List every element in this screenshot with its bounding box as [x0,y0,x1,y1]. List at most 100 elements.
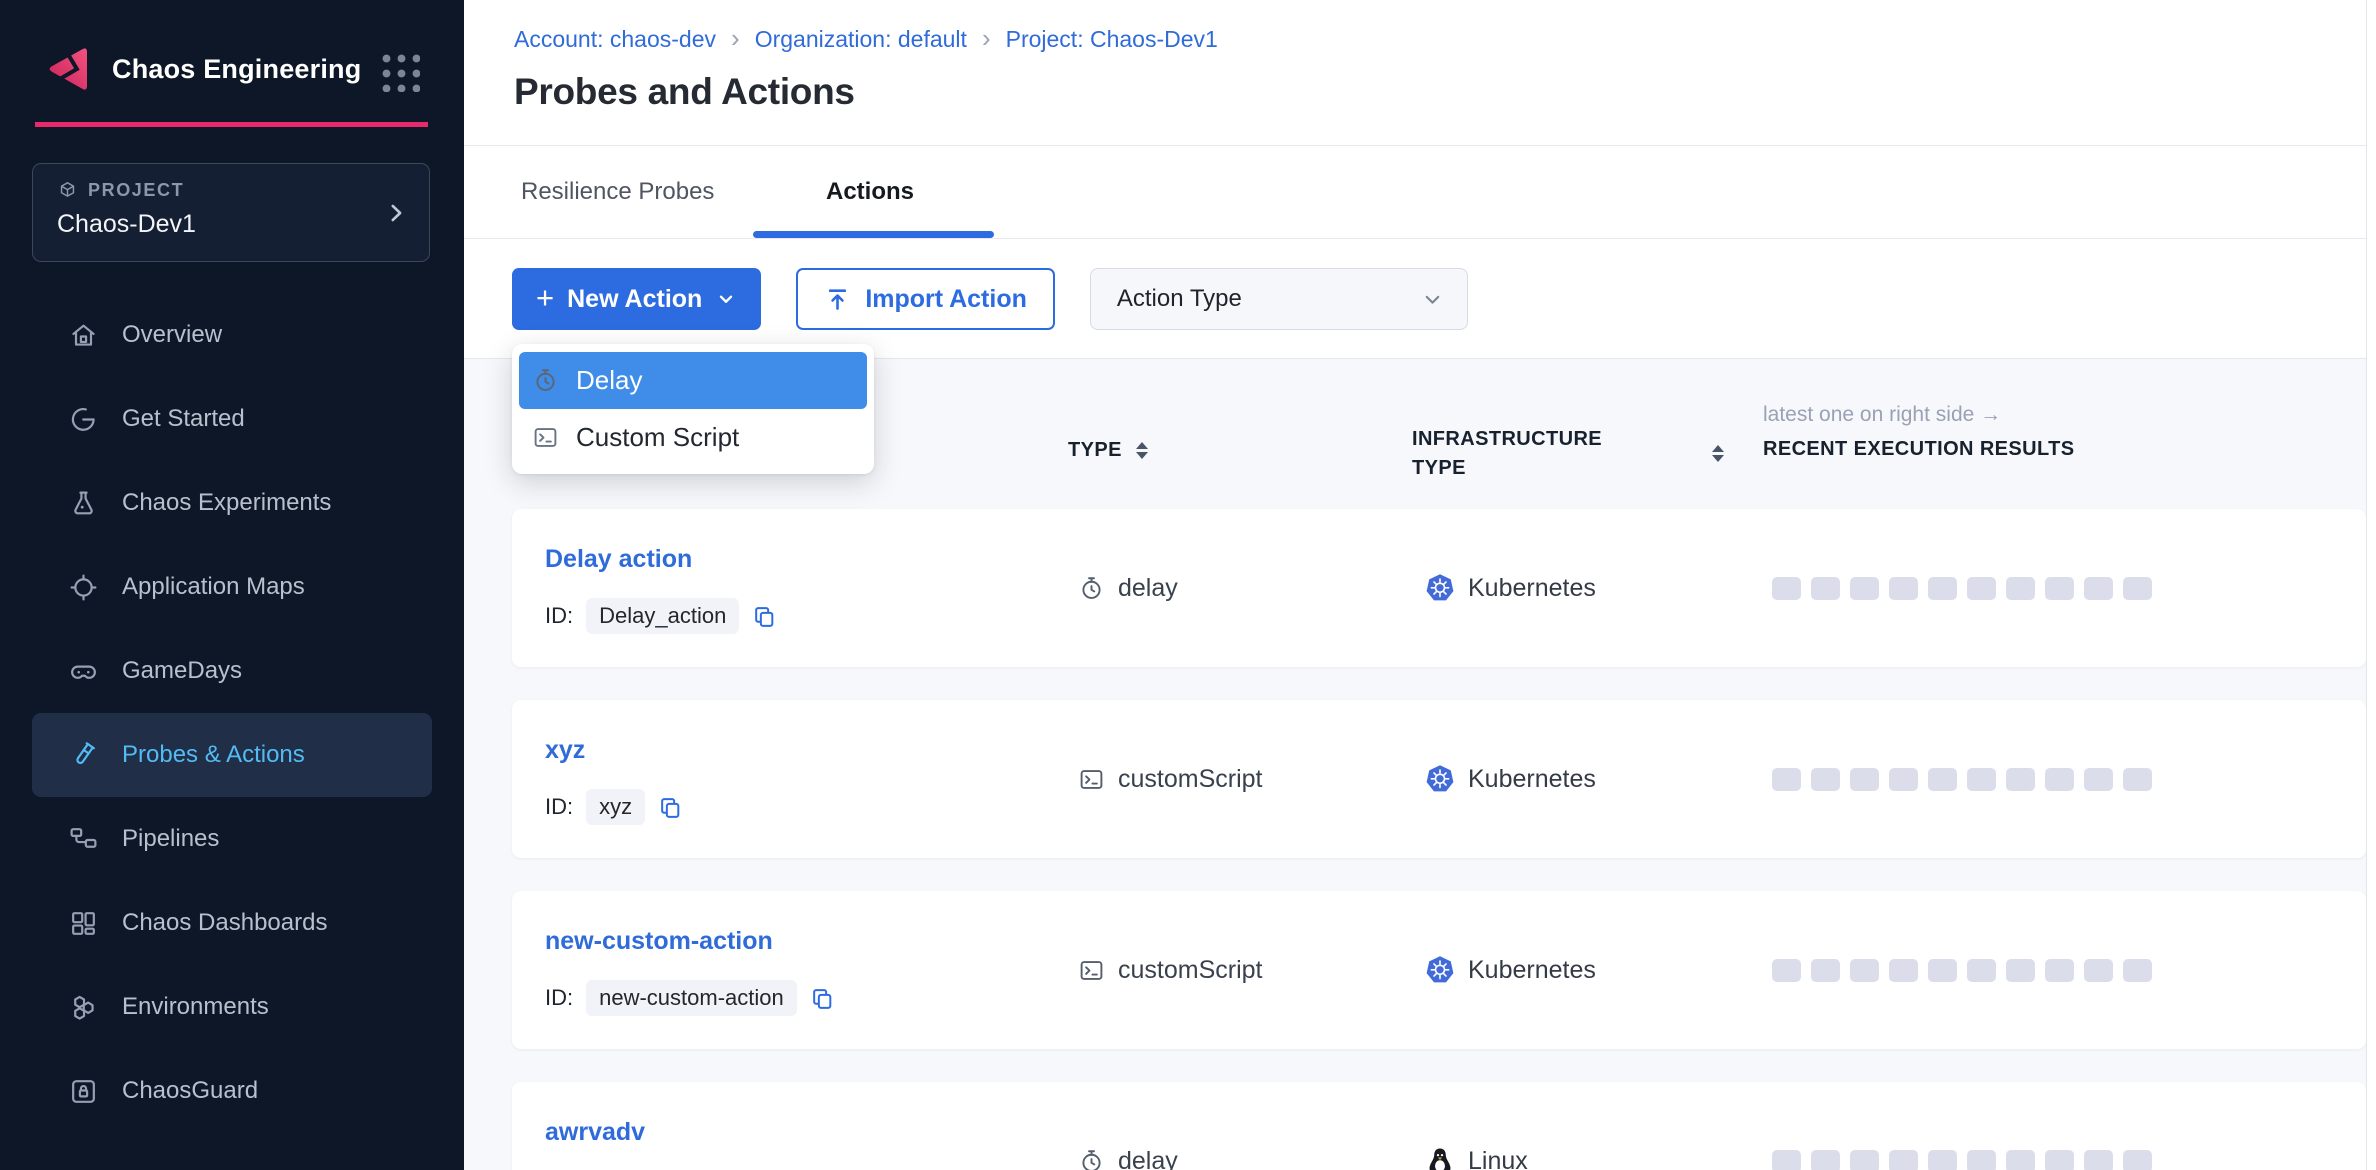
copy-icon[interactable] [810,986,835,1011]
breadcrumb-link[interactable]: Account: chaos-dev [514,26,716,53]
action-type-label: Action Type [1117,285,1242,313]
chaos-engineering-logo-icon[interactable] [42,42,96,96]
action-name-link[interactable]: Delay action [545,545,777,574]
execution-result-placeholder [1811,577,1840,600]
terminal-icon [532,424,559,451]
action-type-cell: delay [1078,1082,1178,1170]
execution-result-placeholder [2045,959,2074,982]
project-label: PROJECT [88,180,184,201]
test-tube-icon [68,740,99,771]
execution-result-placeholder [2006,959,2035,982]
action-name-link[interactable]: xyz [545,736,683,765]
execution-result-placeholder [1928,1150,1957,1170]
sidebar-item-environments[interactable]: Environments [32,965,432,1049]
breadcrumb-link[interactable]: Organization: default [755,26,967,53]
flask-icon [68,488,99,519]
recent-execution-results-cell [1772,891,2152,1049]
sort-icon[interactable] [1136,442,1148,459]
page-header: Account: chaos-dev › Organization: default… [464,0,2376,146]
sidebar-item-chaosguard[interactable]: ChaosGuard [32,1049,432,1133]
infrastructure-type-value: Linux [1468,1147,1528,1170]
breadcrumb-separator: › [982,25,991,54]
menu-item-custom-script[interactable]: Custom Script [519,409,867,466]
execution-result-placeholder [2006,1150,2035,1170]
action-type-select[interactable]: Action Type [1090,268,1468,330]
import-action-button[interactable]: Import Action [796,268,1055,330]
infrastructure-type-cell: Kubernetes [1425,891,1596,1049]
table-row: new-custom-action ID:new-custom-action cus… [512,891,2366,1049]
kubernetes-icon [1425,764,1455,794]
results-hint: latest one on right side → [1763,403,2074,427]
execution-result-placeholder [2123,768,2152,791]
sidebar-item-chaos-dashboards[interactable]: Chaos Dashboards [32,881,432,965]
apps-grid-icon[interactable] [378,50,420,92]
action-id-row: ID:new-custom-action [545,980,835,1016]
brand-header: Chaos Engineering [0,0,464,122]
sidebar-item-overview[interactable]: Overview [32,293,432,377]
kubernetes-icon [1425,955,1455,985]
action-name-cell: new-custom-action ID:new-custom-action [545,891,835,1049]
execution-result-placeholder [2084,1150,2113,1170]
project-cube-icon [57,180,78,201]
action-id-row: ID:Delay_action [545,598,777,634]
tab-resilience-probes[interactable]: Resilience Probes [521,146,714,238]
sidebar-item-label: Probes & Actions [122,741,305,769]
project-selector[interactable]: PROJECT Chaos-Dev1 [32,163,430,262]
copy-icon[interactable] [752,604,777,629]
infrastructure-type-cell: Linux [1425,1082,1528,1170]
execution-result-placeholder [1772,768,1801,791]
sidebar-item-pipelines[interactable]: Pipelines [32,797,432,881]
breadcrumb-separator: › [731,25,740,54]
column-header-recent-execution-results: latest one on right side → RECENT EXECUT… [1763,403,2074,461]
tab-actions[interactable]: Actions [826,146,914,238]
column-header-type[interactable]: TYPE [1068,439,1148,462]
execution-result-placeholder [2084,768,2113,791]
terminal-icon [1078,957,1105,984]
action-id-label: ID: [545,794,573,820]
new-action-menu: DelayCustom Script [512,344,874,474]
copy-icon[interactable] [658,795,683,820]
breadcrumb-link[interactable]: Project: Chaos-Dev1 [1006,26,1218,53]
menu-item-delay[interactable]: Delay [519,352,867,409]
chevron-down-icon [1420,287,1445,312]
action-type-value: customScript [1118,956,1262,985]
recent-execution-results-cell [1772,509,2152,667]
execution-result-placeholder [2123,1150,2152,1170]
execution-result-placeholder [1811,1150,1840,1170]
column-header-infrastructure-type[interactable]: INFRASTRUCTURE TYPE [1412,425,1647,483]
execution-result-placeholder [1928,577,1957,600]
action-name-link[interactable]: awrvadv [545,1118,645,1147]
execution-result-placeholder [1850,1150,1879,1170]
action-name-cell: xyz ID:xyz [545,700,683,858]
home-icon [68,320,99,351]
new-action-button[interactable]: + New Action [512,268,761,330]
sidebar-item-probes-actions[interactable]: Probes & Actions [32,713,432,797]
action-id-row: ID:xyz [545,789,683,825]
action-rows: Delay actionID:Delay_actiondelayKubernet… [464,509,2376,1170]
stopwatch-icon [1078,575,1105,602]
sidebar-item-application-maps[interactable]: Application Maps [32,545,432,629]
action-name-link[interactable]: new-custom-action [545,927,835,956]
action-name-cell: Delay action ID:Delay_action [545,509,777,667]
terminal-icon [1078,766,1105,793]
sidebar-item-get-started[interactable]: Get Started [32,377,432,461]
execution-result-placeholder [1967,1150,1996,1170]
recent-execution-results-cell [1772,700,2152,858]
sort-icon[interactable] [1712,445,1724,462]
sidebar-item-label: ChaosGuard [122,1077,258,1105]
action-type-value: delay [1118,574,1178,603]
action-id-label: ID: [545,985,573,1011]
linux-icon [1425,1146,1455,1170]
sidebar-item-chaos-experiments[interactable]: Chaos Experiments [32,461,432,545]
get-started-icon [68,404,99,435]
execution-result-placeholder [1967,959,1996,982]
infrastructure-type-value: Kubernetes [1468,765,1596,794]
execution-result-placeholder [2045,768,2074,791]
execution-result-placeholder [2084,959,2113,982]
page-title: Probes and Actions [514,71,855,113]
execution-result-placeholder [2006,768,2035,791]
scrollbar-track[interactable] [2366,0,2376,1170]
sidebar-item-label: Application Maps [122,573,305,601]
sidebar-item-gamedays[interactable]: GameDays [32,629,432,713]
dashboard-icon [68,908,99,939]
